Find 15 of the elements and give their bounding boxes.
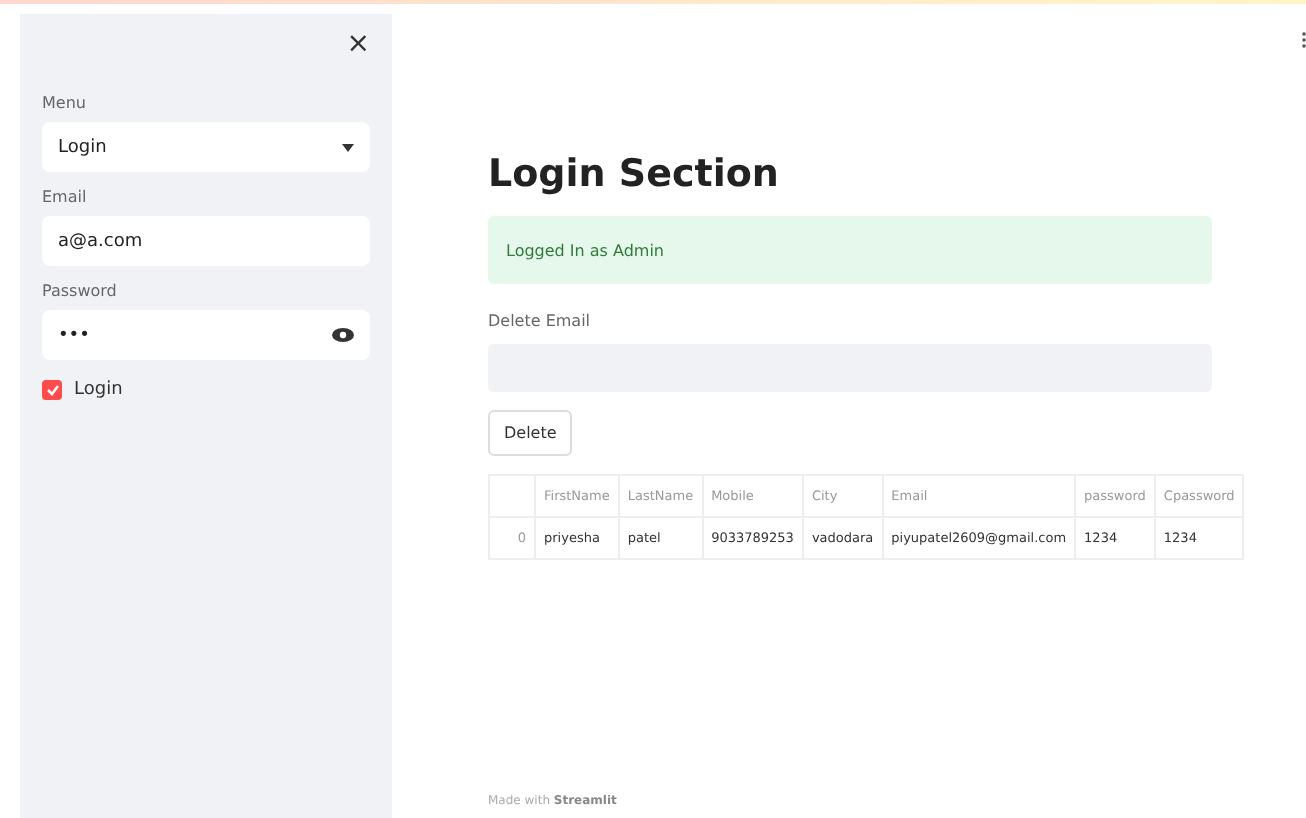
- delete-button[interactable]: Delete: [488, 410, 573, 456]
- email-field[interactable]: a@a.com: [42, 216, 370, 266]
- caret-icon: [342, 143, 354, 151]
- menu-select[interactable]: Login: [42, 122, 370, 172]
- close-button[interactable]: ×: [346, 30, 370, 58]
- checkbox-label: Login: [74, 380, 123, 400]
- password-field[interactable]: •••: [42, 310, 370, 360]
- success-alert: Logged In as Admin: [488, 216, 1212, 284]
- password-label: Password: [42, 282, 119, 300]
- page-title: Login Section: [488, 152, 781, 196]
- delete-email-label: Delete Email: [488, 312, 593, 330]
- eye-icon[interactable]: [332, 328, 354, 342]
- login-checkbox[interactable]: [42, 380, 62, 400]
- email-label: Email: [42, 188, 89, 206]
- menu-label: Menu: [42, 94, 88, 112]
